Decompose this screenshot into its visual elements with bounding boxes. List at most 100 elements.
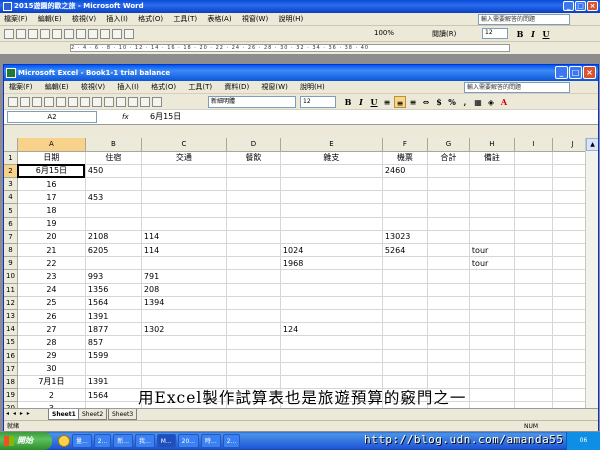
paste-icon[interactable]	[92, 97, 102, 107]
cell[interactable]	[280, 164, 383, 179]
cell[interactable]: 1599	[85, 349, 142, 363]
sheet-tab-1[interactable]: Sheet1	[48, 409, 80, 420]
cell[interactable]	[514, 190, 553, 205]
cell[interactable]: 23	[17, 269, 86, 284]
cell[interactable]	[226, 296, 281, 310]
sheet-tab-2[interactable]: Sheet2	[78, 409, 108, 420]
cell[interactable]	[514, 269, 553, 284]
cell[interactable]: 雜支	[280, 151, 383, 165]
cell[interactable]: 124	[280, 322, 383, 337]
cell[interactable]	[280, 190, 383, 205]
excel-menu-insert[interactable]: 插入(I)	[112, 81, 144, 94]
cell[interactable]	[514, 151, 553, 165]
cell[interactable]: 日期	[17, 151, 86, 165]
browser-icon[interactable]	[58, 435, 70, 447]
row-header[interactable]: 18	[4, 375, 18, 390]
cell[interactable]: 合計	[427, 151, 470, 165]
cell[interactable]: 21	[17, 243, 86, 258]
cell[interactable]	[280, 296, 383, 310]
row-header[interactable]: 2	[4, 164, 18, 179]
word-menu-tools[interactable]: 工具(T)	[169, 13, 201, 26]
cell[interactable]: 餐飲	[226, 151, 281, 165]
cell[interactable]	[85, 203, 142, 218]
name-box[interactable]: A2	[7, 111, 97, 123]
minimize-icon[interactable]: _	[555, 66, 568, 79]
excel-menu-format[interactable]: 格式(O)	[146, 81, 181, 94]
cell[interactable]	[280, 177, 383, 192]
italic-button[interactable]: I	[355, 96, 367, 108]
percent-icon[interactable]: %	[446, 96, 458, 108]
taskbar-item[interactable]: 20...	[177, 434, 200, 448]
cell[interactable]	[226, 322, 281, 337]
column-header[interactable]: B	[85, 138, 142, 152]
sheet-tab-3[interactable]: Sheet3	[108, 409, 138, 420]
row-header[interactable]: 1	[4, 151, 18, 165]
start-button[interactable]: 開始	[0, 432, 52, 450]
row-header[interactable]: 16	[4, 349, 18, 363]
word-menu-help[interactable]: 說明(H)	[274, 13, 307, 26]
cell[interactable]: 450	[85, 164, 142, 179]
cell[interactable]	[280, 269, 383, 284]
excel-menu-edit[interactable]: 編輯(E)	[40, 81, 74, 94]
cell[interactable]: 20	[17, 230, 86, 245]
cell[interactable]	[427, 217, 470, 231]
open-icon[interactable]	[20, 97, 30, 107]
cell[interactable]: 1394	[141, 296, 227, 310]
cell[interactable]	[382, 335, 428, 350]
row-header[interactable]: 14	[4, 322, 18, 337]
cell[interactable]	[85, 217, 142, 231]
cell[interactable]	[280, 335, 383, 350]
bold-button[interactable]: B	[342, 96, 354, 108]
cell[interactable]	[226, 164, 281, 179]
cell[interactable]: 208	[141, 283, 227, 297]
spell-icon[interactable]	[64, 29, 74, 39]
cell[interactable]: 6205	[85, 243, 142, 258]
cell[interactable]	[469, 349, 515, 363]
cell[interactable]: 5264	[382, 243, 428, 258]
cell[interactable]: 13023	[382, 230, 428, 245]
cell[interactable]: 1391	[85, 375, 142, 390]
cell[interactable]	[469, 322, 515, 337]
excel-menu-file[interactable]: 檔案(F)	[4, 81, 38, 94]
cell[interactable]	[226, 190, 281, 205]
cell[interactable]	[427, 256, 470, 271]
cell[interactable]	[514, 283, 553, 297]
undo-icon[interactable]	[104, 97, 114, 107]
word-menu-file[interactable]: 檔案(F)	[0, 13, 32, 26]
cell[interactable]	[514, 362, 553, 376]
cell[interactable]	[514, 296, 553, 310]
cell[interactable]: 30	[17, 362, 86, 376]
column-header[interactable]: H	[469, 138, 515, 152]
cell[interactable]	[514, 243, 553, 258]
cell[interactable]	[514, 335, 553, 350]
cell[interactable]	[514, 177, 553, 192]
cell[interactable]	[141, 203, 227, 218]
cell[interactable]	[427, 283, 470, 297]
chart-icon[interactable]	[140, 97, 150, 107]
cell[interactable]	[382, 296, 428, 310]
redo-icon[interactable]	[124, 29, 134, 39]
column-header[interactable]: I	[514, 138, 553, 152]
cell[interactable]	[382, 177, 428, 192]
cell[interactable]	[427, 296, 470, 310]
excel-menu-window[interactable]: 視窗(W)	[256, 81, 292, 94]
cell[interactable]	[280, 309, 383, 324]
underline-button[interactable]: U	[368, 96, 380, 108]
cell[interactable]	[514, 256, 553, 271]
word-menu-insert[interactable]: 插入(I)	[102, 13, 132, 26]
word-reading-button[interactable]: 閱讀(R)	[432, 29, 456, 39]
cell[interactable]	[469, 177, 515, 192]
cell[interactable]	[141, 164, 227, 179]
merge-center-icon[interactable]: ⇔	[420, 96, 432, 108]
cell[interactable]	[427, 230, 470, 245]
cell[interactable]	[85, 256, 142, 271]
cell[interactable]: 1302	[141, 322, 227, 337]
cell[interactable]	[382, 269, 428, 284]
cell[interactable]: 1564	[85, 296, 142, 310]
word-menu-edit[interactable]: 編輯(E)	[34, 13, 66, 26]
taskbar-item[interactable]: 我...	[135, 434, 155, 448]
sheet-nav-arrows[interactable]: ◂ ◂ ▸ ▸	[6, 410, 31, 417]
copy-icon[interactable]	[80, 97, 90, 107]
cell[interactable]	[280, 217, 383, 231]
cut-icon[interactable]	[68, 97, 78, 107]
